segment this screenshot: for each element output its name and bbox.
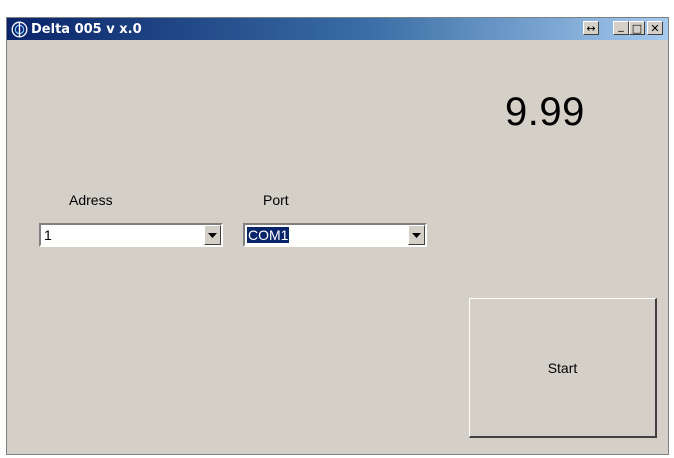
title-bar[interactable]: Delta 005 v x.0 ↔ _ □ ✕ [7,18,668,40]
close-icon: ✕ [650,21,660,35]
port-value: COM1 [247,227,290,243]
reading-value: 9.99 [505,90,585,134]
address-label: Adress [69,192,113,208]
address-value: 1 [44,227,52,243]
port-dropdown-button[interactable] [408,225,425,245]
port-label: Port [263,192,289,208]
chevron-down-icon [412,232,421,238]
window-title: Delta 005 v x.0 [31,21,142,37]
maximize-button[interactable]: □ [629,21,645,35]
chevron-down-icon [208,232,217,238]
start-button-label: Start [547,359,578,376]
minimize-icon: _ [618,18,624,32]
start-button[interactable]: Start [469,298,657,438]
minimize-button[interactable]: _ [613,18,629,35]
app-logo-icon [10,20,28,38]
close-button[interactable]: ✕ [647,21,663,35]
maximize-icon: □ [631,21,643,35]
address-dropdown-button[interactable] [204,225,221,245]
resize-icon: ↔ [586,21,596,35]
address-combobox[interactable]: 1 [39,223,223,247]
resize-button[interactable]: ↔ [583,21,599,35]
port-combobox[interactable]: COM1 [243,223,427,247]
app-window: Delta 005 v x.0 ↔ _ □ ✕ 9.99 Adress 1 Po… [6,17,669,455]
